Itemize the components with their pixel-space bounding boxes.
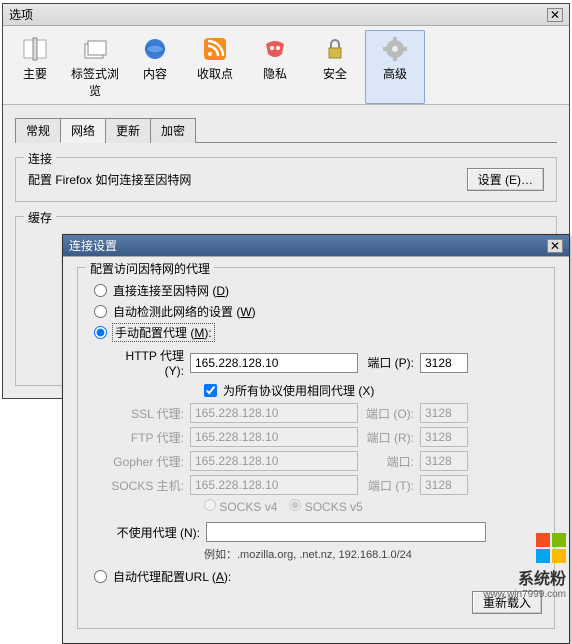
rss-icon (201, 35, 229, 63)
gopher-proxy-port (420, 451, 468, 471)
socks-v5: SOCKS v5 (289, 499, 362, 514)
proxy-legend: 配置访问因特网的代理 (86, 260, 214, 277)
http-proxy-port[interactable] (420, 353, 468, 373)
socks-proxy-host (190, 475, 358, 495)
socks-proxy-row: SOCKS 主机: 端口 (T): (110, 475, 542, 495)
toolbar-label: 内容 (126, 65, 184, 82)
tab-network[interactable]: 网络 (60, 118, 106, 143)
socks-proxy-label: SOCKS 主机: (110, 477, 184, 494)
mask-icon (261, 35, 289, 63)
toolbar-label: 收取点 (186, 65, 244, 82)
radio-manual-label: 手动配置代理 (M): (113, 324, 214, 341)
brand-name: 系统粉 (483, 565, 566, 589)
ssl-proxy-row: SSL 代理: 端口 (O): (110, 403, 542, 423)
gear-icon (381, 35, 409, 63)
ftp-proxy-port (420, 427, 468, 447)
gopher-proxy-host (190, 451, 358, 471)
tabs-icon (81, 35, 109, 63)
noproxy-label: 不使用代理 (N): (110, 524, 200, 541)
toolbar-privacy[interactable]: 隐私 (245, 30, 305, 104)
radio-autourl-input[interactable] (94, 570, 107, 583)
socks-version-row: SOCKS v4 SOCKS v5 (204, 499, 542, 514)
globe-icon (141, 35, 169, 63)
gopher-proxy-label: Gopher 代理: (110, 453, 184, 470)
toolbar-advanced[interactable]: 高级 (365, 30, 425, 104)
toolbar-feeds[interactable]: 收取点 (185, 30, 245, 104)
close-icon[interactable]: ✕ (547, 8, 563, 22)
share-proxy-label: 为所有协议使用相同代理 (X) (223, 382, 374, 399)
radio-autourl-label: 自动代理配置URL (A): (113, 568, 231, 585)
dialog-title: 连接设置 (69, 237, 547, 254)
ssl-proxy-port (420, 403, 468, 423)
ssl-proxy-host (190, 403, 358, 423)
http-proxy-label: HTTP 代理 (Y): (110, 347, 184, 378)
radio-direct-label: 直接连接至因特网 (D) (113, 282, 229, 299)
socks-v5-input (289, 499, 301, 511)
ssl-port-label: 端口 (O): (364, 405, 414, 422)
dialog-bottom-buttons: 重新载入 (90, 591, 542, 614)
cache-legend: 缓存 (24, 209, 56, 226)
tab-update[interactable]: 更新 (105, 118, 151, 143)
connection-fieldset: 连接 配置 Firefox 如何连接至因特网 设置 (E)… (15, 157, 557, 202)
brand-logo-icon (536, 533, 566, 563)
radio-direct-input[interactable] (94, 284, 107, 297)
share-proxy-checkbox[interactable] (204, 384, 217, 397)
socks-v4: SOCKS v4 (204, 499, 277, 514)
toolbar-label: 隐私 (246, 65, 304, 82)
toolbar-main[interactable]: 主要 (5, 30, 65, 104)
noproxy-input[interactable] (206, 522, 486, 542)
tab-general[interactable]: 常规 (15, 118, 61, 143)
ftp-proxy-label: FTP 代理: (110, 429, 184, 446)
radio-autodetect-input[interactable] (94, 305, 107, 318)
lock-icon (321, 35, 349, 63)
connection-desc: 配置 Firefox 如何连接至因特网 (28, 171, 457, 188)
radio-autodetect[interactable]: 自动检测此网络的设置 (W) (94, 303, 542, 320)
socks-port-label: 端口 (T): (364, 477, 414, 494)
radio-autourl[interactable]: 自动代理配置URL (A): (94, 568, 542, 585)
radio-manual[interactable]: 手动配置代理 (M): (94, 324, 542, 341)
brand-url: www.win7999.com (483, 589, 566, 600)
radio-manual-input[interactable] (94, 326, 107, 339)
socks-proxy-port (420, 475, 468, 495)
ftp-proxy-row: FTP 代理: 端口 (R): (110, 427, 542, 447)
tab-encryption[interactable]: 加密 (150, 118, 196, 143)
connection-legend: 连接 (24, 150, 56, 167)
socks-v4-input (204, 499, 216, 511)
toolbar-label: 安全 (306, 65, 364, 82)
toolbar-label: 高级 (366, 65, 424, 82)
http-proxy-row: HTTP 代理 (Y): 端口 (P): (110, 347, 542, 378)
options-title: 选项 (9, 6, 547, 23)
connection-settings-button[interactable]: 设置 (E)… (467, 168, 544, 191)
toolbar-label: 主要 (6, 65, 64, 82)
gopher-proxy-row: Gopher 代理: 端口: (110, 451, 542, 471)
toolbar-tabs[interactable]: 标签式浏览 (65, 30, 125, 104)
toolbar-security[interactable]: 安全 (305, 30, 365, 104)
slider-icon (21, 35, 49, 63)
radio-direct[interactable]: 直接连接至因特网 (D) (94, 282, 542, 299)
gopher-port-label: 端口: (364, 453, 414, 470)
ssl-proxy-label: SSL 代理: (110, 405, 184, 422)
dialog-titlebar[interactable]: 连接设置 ✕ (63, 235, 569, 257)
noproxy-row: 不使用代理 (N): (110, 522, 542, 542)
http-port-label: 端口 (P): (364, 354, 414, 371)
proxy-grid: HTTP 代理 (Y): 端口 (P): 为所有协议使用相同代理 (X) SSL… (110, 347, 542, 562)
brand-watermark: 系统粉 www.win7999.com (483, 533, 566, 600)
share-proxy-row: 为所有协议使用相同代理 (X) (204, 382, 542, 399)
http-proxy-host[interactable] (190, 353, 358, 373)
ftp-proxy-host (190, 427, 358, 447)
toolbar-label: 标签式浏览 (66, 65, 124, 99)
options-titlebar[interactable]: 选项 ✕ (3, 4, 569, 26)
radio-autodetect-label: 自动检测此网络的设置 (W) (113, 303, 256, 320)
toolbar-content[interactable]: 内容 (125, 30, 185, 104)
close-icon[interactable]: ✕ (547, 239, 563, 253)
ftp-port-label: 端口 (R): (364, 429, 414, 446)
advanced-tabs: 常规 网络 更新 加密 (15, 117, 557, 143)
options-toolbar: 主要 标签式浏览 内容 收取点 隐私 (3, 26, 569, 105)
